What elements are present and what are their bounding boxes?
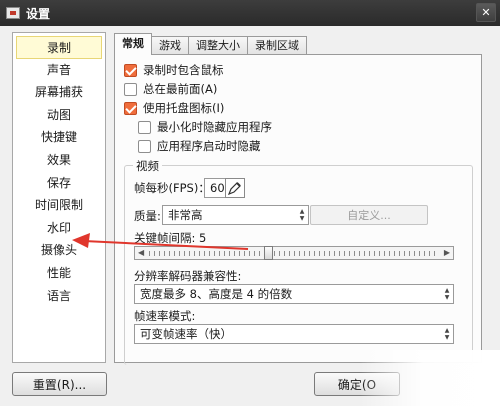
sidebar-item-effects[interactable]: 效果 [13, 149, 105, 172]
keyframe-interval-label: 关键帧间隔: 5 [134, 231, 207, 245]
framerate-mode-label: 帧速率模式: [134, 309, 196, 323]
keyframe-interval-slider[interactable]: ◀ ▶ [134, 246, 454, 260]
window-title: 设置 [26, 6, 51, 21]
include-cursor-option[interactable]: 录制时包含鼠标 [124, 62, 224, 78]
sidebar-item-hotkeys[interactable]: 快捷键 [13, 126, 105, 149]
hide-on-start-label: 应用程序启动时隐藏 [157, 139, 261, 153]
tab-general[interactable]: 常规 [114, 33, 152, 55]
settings-category-list: 录制 声音 屏幕捕获 动图 快捷键 效果 保存 时间限制 水印 摄像头 性能 语… [12, 32, 106, 363]
ok-button[interactable]: 确定(O [314, 372, 400, 396]
quality-value: 非常高 [168, 208, 203, 222]
resolution-compat-value: 宽度最多 8、高度是 4 的倍数 [140, 287, 293, 301]
tab-resize[interactable]: 调整大小 [188, 36, 248, 55]
quality-spin-icon: ▲ ▼ [299, 208, 305, 222]
title-bar: 设置 ✕ [0, 0, 500, 26]
sidebar-item-record[interactable]: 录制 [16, 36, 102, 59]
sidebar-item-language[interactable]: 语言 [13, 285, 105, 308]
resolution-compat-label: 分辨率解码器兼容性: [134, 269, 242, 283]
close-button[interactable]: ✕ [476, 3, 496, 22]
always-on-top-checkbox[interactable] [124, 82, 137, 96]
always-on-top-label: 总在最前面(A) [143, 82, 218, 96]
fps-edit-icon[interactable] [225, 178, 245, 198]
sidebar-item-performance[interactable]: 性能 [13, 262, 105, 285]
reset-button[interactable]: 重置(R)... [12, 372, 107, 396]
video-group-label: 视频 [133, 158, 162, 174]
slider-ticks [149, 251, 439, 256]
always-on-top-option[interactable]: 总在最前面(A) [124, 81, 217, 97]
keyframe-slider-thumb[interactable] [264, 246, 273, 260]
hide-on-start-option[interactable]: 应用程序启动时隐藏 [138, 138, 261, 154]
fps-label: 帧每秒(FPS)： [134, 181, 210, 195]
slider-right-arrow-icon[interactable]: ▶ [444, 248, 450, 257]
tab-game[interactable]: 游戏 [151, 36, 189, 55]
resolution-spin-icon: ▲ ▼ [444, 287, 450, 301]
hide-minimized-checkbox[interactable] [138, 120, 151, 134]
resolution-compat-select[interactable]: 宽度最多 8、高度是 4 的倍数 ▲ ▼ [134, 284, 454, 304]
tray-icon-option[interactable]: 使用托盘图标(I) [124, 100, 224, 116]
tab-record-area[interactable]: 录制区域 [247, 36, 307, 55]
framerate-spin-icon: ▲ ▼ [444, 327, 450, 341]
general-settings-panel: 录制时包含鼠标 总在最前面(A) 使用托盘图标(I) 最小化时隐藏应用程序 应用… [114, 54, 482, 365]
hide-on-start-checkbox[interactable] [138, 139, 151, 153]
quality-label: 质量: [134, 209, 161, 223]
include-cursor-checkbox[interactable] [124, 63, 137, 77]
sidebar-item-screen-capture[interactable]: 屏幕捕获 [13, 81, 105, 104]
framerate-mode-value: 可变帧速率（快） [140, 327, 232, 341]
hide-minimized-label: 最小化时隐藏应用程序 [157, 120, 272, 134]
tray-icon-checkbox[interactable] [124, 101, 137, 115]
sidebar-item-time-limit[interactable]: 时间限制 [13, 194, 105, 217]
framerate-mode-select[interactable]: 可变帧速率（快） ▲ ▼ [134, 324, 454, 344]
fps-value: 60 [210, 181, 225, 195]
hide-minimized-option[interactable]: 最小化时隐藏应用程序 [138, 119, 272, 135]
sidebar-item-gif[interactable]: 动图 [13, 104, 105, 127]
app-icon [6, 7, 20, 19]
custom-quality-button[interactable]: 自定义... [310, 205, 428, 225]
video-group: 视频 帧每秒(FPS)： 60 质量: 非常高 ▲ ▼ 自定义... 关键帧间隔:… [124, 158, 473, 365]
sidebar-item-save[interactable]: 保存 [13, 172, 105, 195]
sidebar-item-webcam[interactable]: 摄像头 [13, 239, 105, 262]
quality-select[interactable]: 非常高 ▲ ▼ [162, 205, 309, 225]
tab-strip: 常规 游戏 调整大小 录制区域 [114, 33, 307, 55]
slider-left-arrow-icon[interactable]: ◀ [138, 248, 144, 257]
tray-icon-label: 使用托盘图标(I) [143, 101, 225, 115]
sidebar-item-sound[interactable]: 声音 [13, 59, 105, 82]
sidebar-item-watermark[interactable]: 水印 [13, 217, 105, 240]
include-cursor-label: 录制时包含鼠标 [143, 63, 224, 77]
